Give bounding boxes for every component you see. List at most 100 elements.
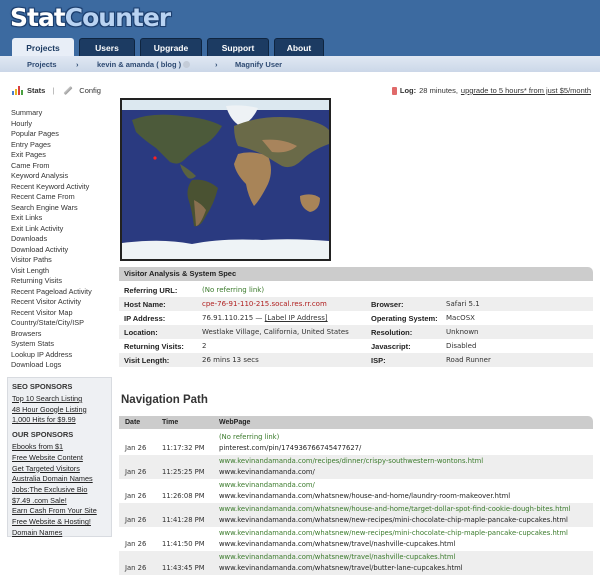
- label-ip-address-link[interactable]: [Label IP Address]: [265, 314, 328, 322]
- row-time: 11:25:25 PM: [162, 468, 205, 476]
- breadcrumb-projects[interactable]: Projects: [27, 60, 57, 69]
- breadcrumb-current: Magnify User: [235, 59, 283, 69]
- sponsor-link[interactable]: 48 Hour Google Listing: [12, 405, 107, 416]
- row-referrer-link[interactable]: www.kevinandamanda.com/recipes/dinner/cr…: [219, 457, 483, 465]
- sidebar-item-lookup-ip-address[interactable]: Lookup IP Address: [11, 350, 111, 361]
- referring-url-value: (No referring link): [202, 286, 265, 294]
- log-bar-icon: [391, 86, 397, 95]
- row-page-link[interactable]: pinterest.com/pin/174936766745477627/: [219, 444, 361, 452]
- row-time: 11:41:28 PM: [162, 516, 205, 524]
- row-referrer-link[interactable]: www.kevinandamanda.com/: [219, 481, 315, 489]
- sidebar-item-entry-pages[interactable]: Entry Pages: [11, 140, 111, 151]
- sidebar-item-browsers[interactable]: Browsers: [11, 329, 111, 340]
- config-link[interactable]: Config: [79, 86, 101, 95]
- sponsor-link[interactable]: Earn Cash From Your Site: [12, 506, 107, 517]
- sidebar-item-exit-links[interactable]: Exit Links: [11, 213, 111, 224]
- log-label: Log:: [399, 86, 417, 95]
- location-value: Westlake Village, California, United Sta…: [202, 328, 349, 336]
- row-page-link[interactable]: www.kevinandamanda.com/whatsnew/travel/b…: [219, 564, 463, 572]
- sidebar-item-popular-pages[interactable]: Popular Pages: [11, 129, 111, 140]
- tab-users[interactable]: Users: [79, 38, 135, 56]
- col-webpage: WebPage: [219, 419, 251, 426]
- tab-upgrade[interactable]: Upgrade: [140, 38, 202, 56]
- resolution-value: Unknown: [446, 328, 479, 336]
- sponsor-link[interactable]: 1,000 Hits for $9.99: [12, 415, 107, 426]
- navigation-table-header: Date Time WebPage: [119, 416, 593, 429]
- sponsor-link[interactable]: Get Targeted Visitors: [12, 464, 107, 475]
- javascript-label: Javascript:: [371, 341, 411, 351]
- row-time: 11:43:45 PM: [162, 564, 205, 572]
- tab-projects[interactable]: Projects: [12, 38, 74, 56]
- sponsor-link[interactable]: Top 10 Search Listing: [12, 394, 107, 405]
- row-date: Jan 26: [125, 492, 147, 500]
- sidebar-item-visitor-paths[interactable]: Visitor Paths: [11, 255, 111, 266]
- sidebar-item-came-from[interactable]: Came From: [11, 161, 111, 172]
- row-page-link[interactable]: www.kevinandamanda.com/whatsnew/house-an…: [219, 492, 510, 500]
- sponsor-link[interactable]: Australia Domain Names: [12, 474, 107, 485]
- row-date: Jan 26: [125, 468, 147, 476]
- spec-row-ip: IP Address: 76.91.110.215 — [Label IP Ad…: [119, 311, 593, 325]
- sidebar-item-country-state-city-isp[interactable]: Country/State/City/ISP: [11, 318, 111, 329]
- sponsor-link[interactable]: Domain Names: [12, 528, 107, 539]
- logo-text-stat: Stat: [10, 3, 66, 32]
- sponsor-link[interactable]: $7.49 .com Sale!: [12, 496, 107, 507]
- ip-address-value: 76.91.110.215 — [Label IP Address]: [202, 314, 328, 322]
- sidebar-item-summary[interactable]: Summary: [11, 108, 111, 119]
- main-tabs: Projects Users Upgrade Support About: [12, 38, 324, 56]
- sidebar-item-hourly[interactable]: Hourly: [11, 119, 111, 130]
- referring-url-label: Referring URL:: [124, 285, 178, 295]
- sidebar-item-recent-visitor-map[interactable]: Recent Visitor Map: [11, 308, 111, 319]
- visitor-spec-table: Referring URL: (No referring link) Host …: [119, 283, 593, 367]
- sidebar-item-visit-length[interactable]: Visit Length: [11, 266, 111, 277]
- sponsor-link[interactable]: Ebooks from $1: [12, 442, 107, 453]
- row-time: 11:17:32 PM: [162, 444, 205, 452]
- row-page-link[interactable]: www.kevinandamanda.com/whatsnew/travel/n…: [219, 540, 455, 548]
- sidebar-item-recent-came-from[interactable]: Recent Came From: [11, 192, 111, 203]
- sponsor-link[interactable]: Free Website & Hosting!: [12, 517, 107, 528]
- breadcrumb-separator: ›: [76, 59, 79, 69]
- sponsor-link[interactable]: Jobs:The Exclusive Bio: [12, 485, 107, 496]
- row-time: 11:41:50 PM: [162, 540, 205, 548]
- row-referrer-link[interactable]: www.kevinandamanda.com/whatsnew/house-an…: [219, 505, 571, 513]
- log-duration: 28 minutes,: [419, 86, 458, 95]
- sidebar-item-downloads[interactable]: Downloads: [11, 234, 111, 245]
- visitor-analysis-header: Visitor Analysis & System Spec: [119, 267, 593, 281]
- spec-row-returning: Returning Visits: 2 Javascript: Disabled: [119, 339, 593, 353]
- row-referrer-link[interactable]: www.kevinandamanda.com/whatsnew/new-reci…: [219, 529, 568, 537]
- sponsors-box: SEO SPONSORS Top 10 Search Listing 48 Ho…: [7, 377, 112, 537]
- row-referrer-link[interactable]: www.kevinandamanda.com/whatsnew/travel/n…: [219, 553, 455, 561]
- sidebar-item-recent-keyword-activity[interactable]: Recent Keyword Activity: [11, 182, 111, 193]
- seo-sponsors-heading: SEO SPONSORS: [12, 382, 73, 391]
- os-value: MacOSX: [446, 314, 475, 322]
- table-row: Jan 26 11:43:45 PM www.kevinandamanda.co…: [119, 551, 593, 575]
- sidebar-item-recent-pageload-activity[interactable]: Recent Pageload Activity: [11, 287, 111, 298]
- sidebar-item-search-engine-wars[interactable]: Search Engine Wars: [11, 203, 111, 214]
- row-page-link[interactable]: www.kevinandamanda.com/: [219, 468, 315, 476]
- location-label: Location:: [124, 327, 158, 337]
- sidebar-item-keyword-analysis[interactable]: Keyword Analysis: [11, 171, 111, 182]
- tab-about[interactable]: About: [274, 38, 324, 56]
- table-row: Jan 26 11:41:28 PM www.kevinandamanda.co…: [119, 503, 593, 527]
- sidebar-item-returning-visits[interactable]: Returning Visits: [11, 276, 111, 287]
- row-referrer: (No referring link): [219, 433, 280, 441]
- row-page-link[interactable]: www.kevinandamanda.com/whatsnew/new-reci…: [219, 516, 568, 524]
- isp-value: Road Runner: [446, 356, 491, 364]
- upgrade-log-link[interactable]: upgrade to 5 hours* from just $5/month: [461, 86, 591, 95]
- sidebar-item-download-logs[interactable]: Download Logs: [11, 360, 111, 371]
- statcounter-logo[interactable]: StatCounter: [10, 3, 171, 32]
- sidebar-item-download-activity[interactable]: Download Activity: [11, 245, 111, 256]
- breadcrumb-project-label: kevin & amanda ( blog ): [97, 59, 182, 69]
- tab-support[interactable]: Support: [207, 38, 269, 56]
- sidebar-item-exit-pages[interactable]: Exit Pages: [11, 150, 111, 161]
- resolution-label: Resolution:: [371, 327, 413, 337]
- toolbar-divider: |: [52, 86, 55, 95]
- sponsor-link[interactable]: Free Website Content: [12, 453, 107, 464]
- browser-label: Browser:: [371, 299, 404, 309]
- sidebar-item-exit-link-activity[interactable]: Exit Link Activity: [11, 224, 111, 235]
- dropdown-icon[interactable]: [183, 61, 191, 69]
- stats-link[interactable]: Stats: [27, 86, 45, 95]
- sidebar-item-recent-visitor-activity[interactable]: Recent Visitor Activity: [11, 297, 111, 308]
- sidebar-item-system-stats[interactable]: System Stats: [11, 339, 111, 350]
- col-time: Time: [162, 419, 179, 426]
- breadcrumb-project-selector[interactable]: kevin & amanda ( blog ): [97, 59, 191, 69]
